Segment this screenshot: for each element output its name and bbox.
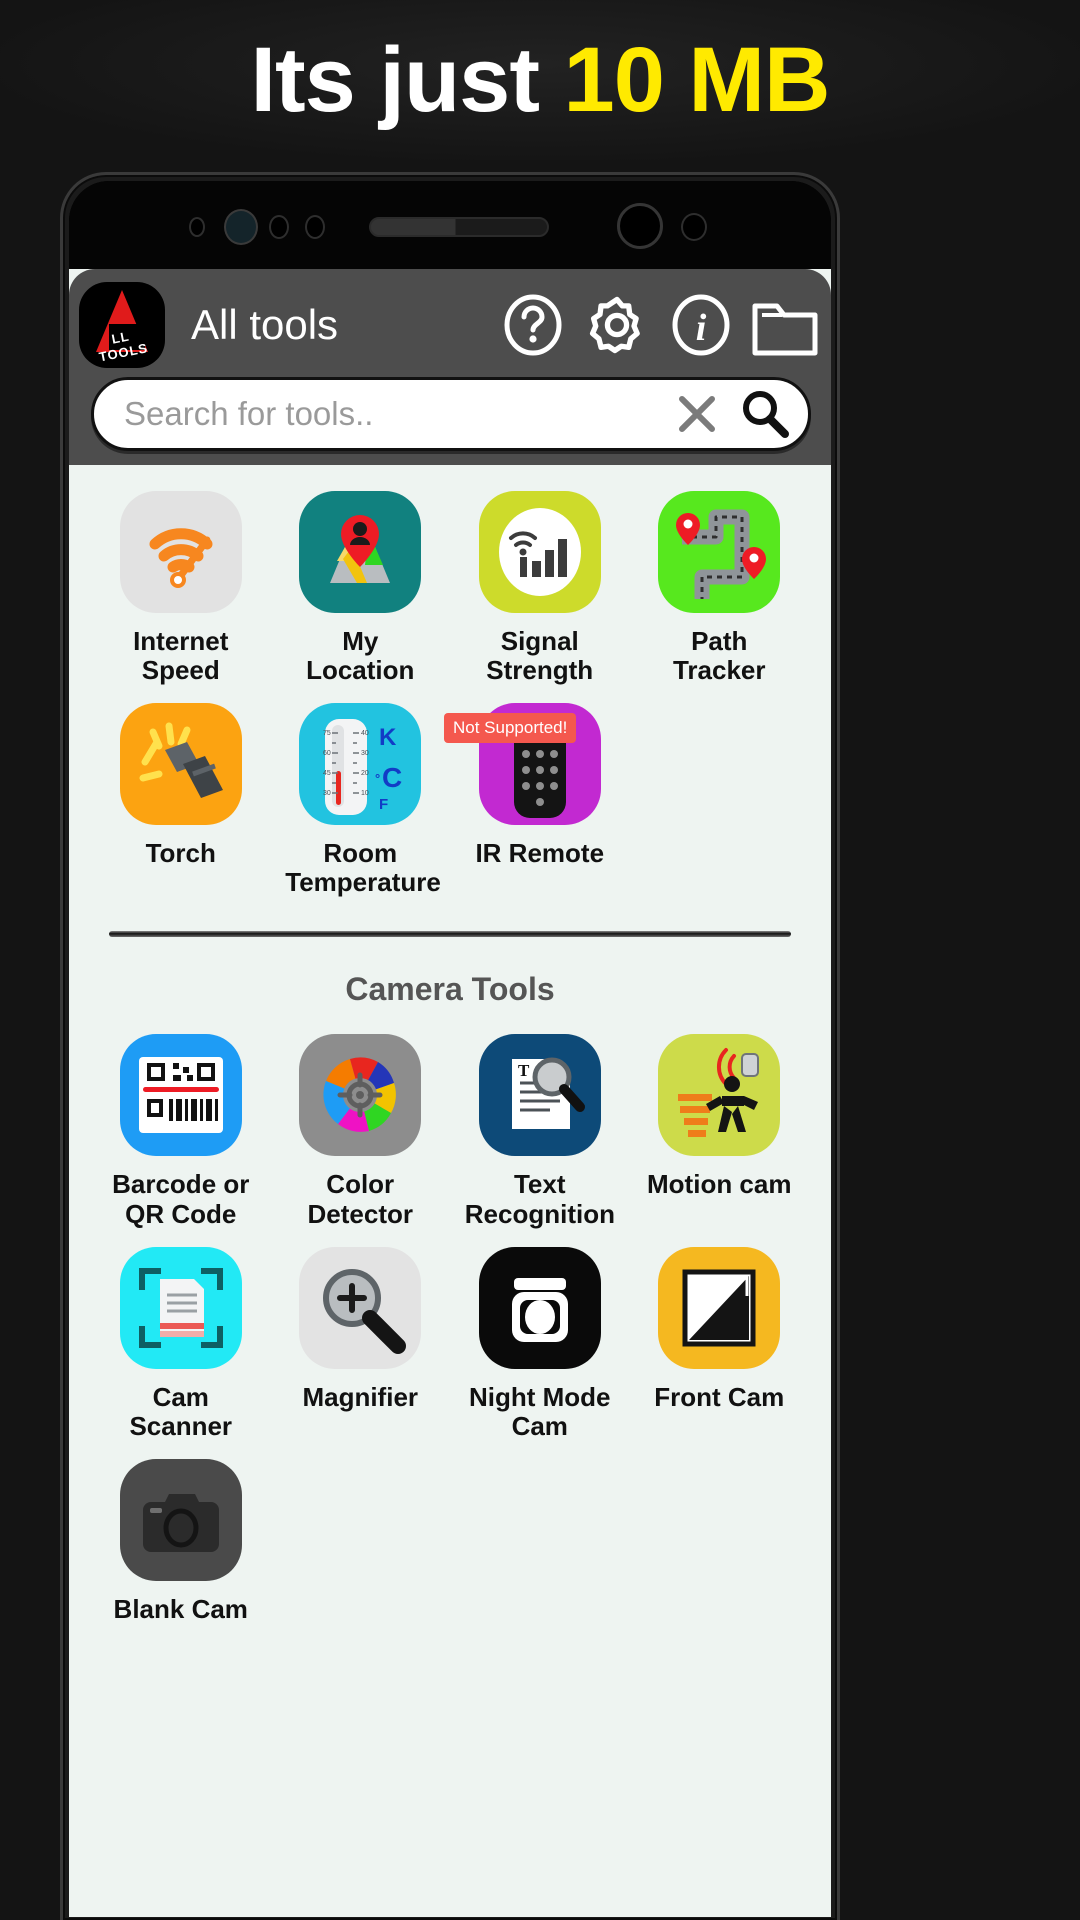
app-bar-title: All tools bbox=[191, 301, 339, 348]
svg-text:C: C bbox=[382, 762, 402, 793]
sensor-icon bbox=[305, 215, 325, 239]
route-map-icon bbox=[658, 491, 781, 613]
night-cam-icon bbox=[478, 1246, 601, 1369]
tool-torch[interactable]: Torch bbox=[91, 703, 271, 897]
tool-label: Front Cam bbox=[654, 1381, 785, 1412]
grid-spacer bbox=[630, 703, 810, 897]
section-title-camera-tools: Camera Tools bbox=[345, 971, 555, 1008]
text-scan-icon: T bbox=[478, 1034, 601, 1157]
tool-barcode-or-qr-code[interactable]: Barcode or QR Code bbox=[91, 1034, 271, 1228]
help-icon[interactable] bbox=[495, 287, 571, 363]
front-cam-icon bbox=[658, 1246, 781, 1369]
tool-front-cam[interactable]: Front Cam bbox=[630, 1246, 810, 1441]
svg-text:60: 60 bbox=[323, 750, 331, 757]
folder-icon[interactable] bbox=[747, 287, 823, 363]
tool-label: Magnifier bbox=[302, 1381, 419, 1412]
app-bar: LL TOOLS All tools i Search for tools.. bbox=[69, 269, 831, 465]
motion-sensor-icon bbox=[658, 1034, 781, 1157]
tool-label: Internet Speed bbox=[133, 626, 229, 686]
svg-text:K: K bbox=[379, 724, 397, 751]
promo-text-plain: Its just bbox=[250, 28, 564, 131]
section-divider bbox=[109, 931, 791, 938]
svg-text:20: 20 bbox=[361, 770, 369, 777]
tool-night-mode-cam[interactable]: Night Mode Cam bbox=[450, 1246, 630, 1441]
svg-text:45: 45 bbox=[323, 770, 331, 777]
tool-label: Motion cam bbox=[647, 1169, 792, 1200]
tool-ir-remote[interactable]: Not Supported! IR Remote bbox=[444, 703, 630, 897]
phone-bezel: LL TOOLS All tools i Search for tools.. … bbox=[69, 181, 831, 1917]
tool-motion-cam[interactable]: Motion cam bbox=[630, 1034, 810, 1228]
tool-label: Color Detector bbox=[307, 1169, 413, 1229]
tool-label: Text Recognition bbox=[464, 1169, 615, 1229]
tool-label: My Location bbox=[306, 626, 415, 686]
sensor-icon bbox=[617, 203, 663, 249]
tool-magnifier[interactable]: Magnifier bbox=[271, 1246, 451, 1441]
tool-color-detector[interactable]: Color Detector bbox=[271, 1034, 451, 1228]
color-wheel-icon bbox=[299, 1034, 422, 1157]
camera-tools-grid: Barcode or QR Code Color Detector T Text… bbox=[91, 1034, 809, 1642]
app-screen: LL TOOLS All tools i Search for tools.. … bbox=[69, 269, 831, 1917]
tool-label: Blank Cam bbox=[113, 1593, 248, 1624]
tool-signal-strength[interactable]: Signal Strength bbox=[450, 491, 630, 685]
sensor-icon bbox=[681, 213, 707, 241]
doc-scan-icon bbox=[119, 1246, 242, 1369]
flashlight-icon bbox=[119, 703, 242, 826]
promo-text-accent: 10 MB bbox=[563, 28, 831, 131]
grid-spacer bbox=[271, 1459, 451, 1624]
blank-cam-icon bbox=[119, 1458, 242, 1581]
svg-text:30: 30 bbox=[361, 750, 369, 757]
close-icon[interactable] bbox=[666, 383, 728, 445]
tool-label: Cam Scanner bbox=[129, 1381, 233, 1441]
phone-notch-bar bbox=[69, 181, 831, 269]
svg-text:T: T bbox=[518, 1061, 530, 1080]
tool-label: Night Mode Cam bbox=[468, 1381, 611, 1441]
map-pin-icon bbox=[299, 491, 422, 613]
phone-mockup: LL TOOLS All tools i Search for tools.. … bbox=[60, 172, 840, 1920]
info-icon[interactable]: i bbox=[663, 287, 739, 363]
search-icon[interactable] bbox=[728, 377, 802, 451]
general-tools-grid: Internet Speed My Location Signal Streng… bbox=[91, 491, 809, 915]
app-logo: LL TOOLS bbox=[79, 282, 165, 368]
earpiece-speaker-icon bbox=[369, 217, 549, 237]
signal-bars-icon bbox=[478, 491, 601, 613]
svg-text:F: F bbox=[379, 796, 388, 813]
tool-path-tracker[interactable]: Path Tracker bbox=[630, 491, 810, 685]
tool-room-temperature[interactable]: 75 60 45 30 40 30 20 10 K ° C F Room Temperatu… bbox=[271, 703, 451, 897]
grid-spacer bbox=[630, 1459, 810, 1624]
tool-label: Room Temperature bbox=[285, 838, 441, 898]
tool-label: Path Tracker bbox=[672, 626, 766, 686]
svg-text:°: ° bbox=[375, 771, 380, 786]
grid-spacer bbox=[450, 1459, 630, 1624]
tool-text-recognition[interactable]: T Text Recognition bbox=[450, 1034, 630, 1228]
tool-internet-speed[interactable]: Internet Speed bbox=[91, 491, 271, 685]
promo-banner: Its just 10 MB bbox=[0, 0, 1080, 160]
search-bar[interactable] bbox=[91, 377, 811, 451]
svg-text:10: 10 bbox=[361, 790, 369, 797]
svg-text:75: 75 bbox=[323, 730, 331, 737]
svg-text:30: 30 bbox=[323, 790, 331, 797]
tool-label: Barcode or QR Code bbox=[112, 1169, 250, 1229]
magnifier-icon bbox=[299, 1246, 422, 1369]
tool-label: IR Remote bbox=[475, 838, 605, 869]
tool-blank-cam[interactable]: Blank Cam bbox=[91, 1458, 271, 1624]
toolbar: LL TOOLS All tools i bbox=[69, 277, 831, 373]
status-badge: Not Supported! bbox=[444, 713, 577, 744]
svg-text:40: 40 bbox=[361, 730, 369, 737]
tool-cam-scanner[interactable]: Cam Scanner bbox=[91, 1246, 271, 1441]
front-camera-icon bbox=[224, 209, 258, 245]
tools-scroll-area[interactable]: Internet Speed My Location Signal Streng… bbox=[69, 465, 831, 1917]
svg-text:i: i bbox=[696, 307, 707, 349]
barcode-qr-icon bbox=[119, 1034, 242, 1157]
tool-label: Torch bbox=[145, 838, 216, 869]
tool-label: Signal Strength bbox=[486, 626, 594, 686]
sensor-icon bbox=[269, 215, 289, 239]
page-title: Its just 10 MB bbox=[250, 28, 831, 133]
sensor-icon bbox=[189, 217, 205, 237]
gear-icon[interactable] bbox=[579, 287, 655, 363]
tool-my-location[interactable]: My Location bbox=[271, 491, 451, 685]
search-input[interactable] bbox=[94, 395, 666, 433]
wifi-speed-icon bbox=[119, 491, 242, 613]
thermometer-icon: 75 60 45 30 40 30 20 10 K ° C F bbox=[299, 703, 422, 826]
